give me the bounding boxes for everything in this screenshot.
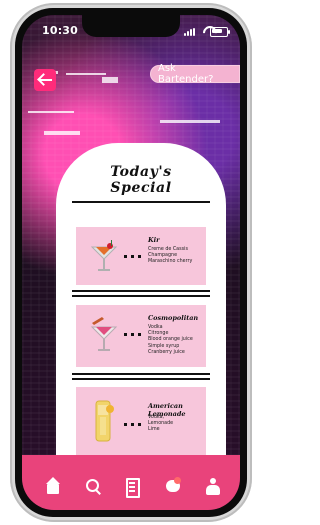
background-pixel-detail [160,120,220,123]
battery-icon [210,27,230,37]
book-icon[interactable] [122,477,140,498]
kir-drink-icon [86,237,120,275]
background-pixel-detail [102,77,118,83]
bottom-navigation [22,455,240,510]
ellipsis-dots [124,423,146,426]
ingredient: Cranberry juice [148,349,185,355]
drink-ingredients: Vodka, Lemonade Lime [148,415,204,434]
ellipsis-dots [124,255,146,258]
ask-bartender-button[interactable]: Ask Bartender? [150,63,240,85]
home-icon[interactable] [44,477,62,495]
todays-special-card: Today's Special Kir Creme de Cassis Cham… [56,143,226,488]
status-icons [184,26,230,37]
american-lemonade-drink-icon [86,399,120,442]
drink-name: Cosmopolitan [148,314,199,322]
background-pixel-detail [28,111,74,113]
ingredient: Lime [148,427,160,433]
card-title-line2: Special [110,180,172,196]
profile-icon[interactable] [204,477,222,495]
chat-icon[interactable] [164,477,182,495]
list-item[interactable]: American Lemonade Vodka, Lemonade Lime [76,387,206,457]
card-title-line1: Today's [110,164,172,180]
drink-ingredients: Vodka Citronge Blood orange juice Simple… [148,325,204,356]
divider [72,373,210,375]
drink-name: Kir [148,236,160,244]
list-item[interactable]: Kir Creme de Cassis Champagne Maraschino… [76,227,206,285]
search-icon[interactable] [84,477,102,495]
ellipsis-dots [124,333,146,336]
background-pixel-detail [66,73,106,75]
ingredient: Maraschino cherry [148,259,193,265]
back-arrow-icon[interactable] [34,69,56,91]
list-item[interactable]: Cosmopolitan Vodka Citronge Blood orange… [76,305,206,367]
card-title: Today's Special [56,164,226,196]
notch [82,15,180,37]
signal-icon [184,28,198,36]
status-time: 10:30 [42,24,79,37]
divider [72,378,210,380]
divider [72,290,210,292]
app-screen: 10:30 Ask Bartender? Today's Special Kir… [22,15,240,510]
status-bar: 10:30 [22,15,240,45]
cosmopolitan-drink-icon [86,315,120,353]
title-divider [72,201,210,203]
divider [72,295,210,297]
drink-ingredients: Creme de Cassis Champagne Maraschino che… [148,247,204,266]
background-pixel-detail [44,131,80,135]
